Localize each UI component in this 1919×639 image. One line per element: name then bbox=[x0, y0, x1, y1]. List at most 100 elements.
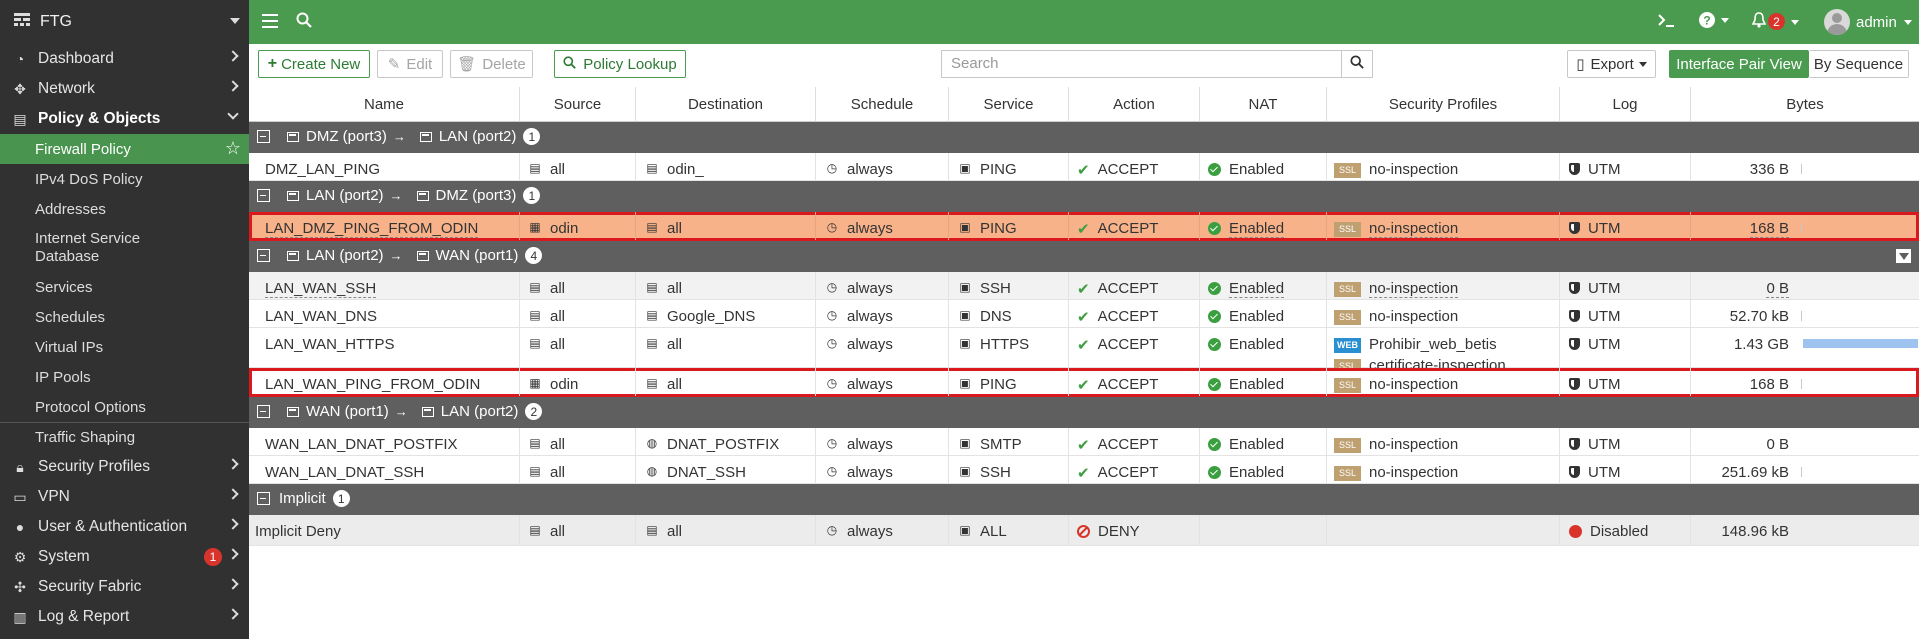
table-row[interactable]: LAN_WAN_SSH ▤ all ▤ all ◷ always ▣ SSH ✔ ACCEPT Ena… bbox=[249, 272, 1919, 300]
filter-icon[interactable] bbox=[1896, 249, 1911, 263]
sidebar-item-security-profiles[interactable]: 🔒︎ Security Profiles bbox=[0, 452, 249, 482]
sidebar-item-firewall-policy[interactable]: Firewall Policy ☆ bbox=[0, 134, 249, 164]
mac-address-icon: ▦ bbox=[529, 220, 541, 234]
collapse-icon[interactable] bbox=[257, 492, 270, 505]
avatar[interactable] bbox=[1824, 9, 1850, 35]
table-row[interactable]: LAN_WAN_PING_FROM_ODIN ▦ odin ▤ all ◷ always ▣ P… bbox=[249, 368, 1919, 397]
service-icon: ▣ bbox=[959, 376, 971, 390]
sidebar-item-virtual-ips[interactable]: Virtual IPs bbox=[0, 332, 249, 362]
interface-pair-group-header[interactable]: LAN (port2) → WAN (port1) 4 bbox=[249, 241, 1919, 272]
disabled-icon bbox=[1569, 525, 1582, 538]
cli-console-icon[interactable] bbox=[1657, 12, 1675, 33]
column-header-name[interactable]: Name bbox=[249, 87, 520, 122]
sidebar-item-traffic-shaping[interactable]: Traffic Shaping bbox=[0, 422, 249, 452]
action-value: ACCEPT bbox=[1097, 308, 1159, 325]
sidebar-item-log-report[interactable]: ▥ Log & Report bbox=[0, 602, 249, 632]
collapse-icon[interactable] bbox=[257, 189, 270, 202]
bytes-bar bbox=[1801, 311, 1802, 321]
cell-action: ✔ ACCEPT bbox=[1069, 428, 1200, 455]
interface-icon bbox=[416, 190, 429, 201]
export-button[interactable]: ▯ Export bbox=[1567, 50, 1656, 78]
profile-line: WEB Prohibir_web_betis bbox=[1334, 336, 1497, 353]
table-row[interactable]: Implicit Deny ▤ all ▤ all ◷ always ▣ ALL DENY Disa… bbox=[249, 515, 1919, 546]
interface-pair-group-header[interactable]: WAN (port1) → LAN (port2) 2 bbox=[249, 397, 1919, 428]
policy-name: WAN_LAN_DNAT_SSH bbox=[265, 464, 425, 481]
sidebar-item-system[interactable]: ⚙ System 1 bbox=[0, 542, 249, 572]
cell-security-profiles: SSL no-inspection bbox=[1327, 272, 1560, 299]
laptop-icon: ▭ bbox=[13, 488, 27, 505]
device-selector[interactable]: FTG bbox=[0, 0, 249, 44]
table-row[interactable]: DMZ_LAN_PING ▤ all ▤ odin_ ◷ always ▣ PING ✔ ACCEP… bbox=[249, 153, 1919, 181]
policy-lookup-button[interactable]: Policy Lookup bbox=[554, 50, 686, 78]
create-new-button[interactable]: + Create New bbox=[258, 50, 370, 78]
column-header-action[interactable]: Action bbox=[1069, 87, 1200, 122]
username[interactable]: admin bbox=[1856, 14, 1897, 31]
source-interface: LAN (port2) bbox=[306, 247, 384, 264]
nat-value: Enabled bbox=[1229, 308, 1285, 325]
interface-pair-group-header[interactable]: DMZ (port3) → LAN (port2) 1 bbox=[249, 122, 1919, 153]
table-row[interactable]: WAN_LAN_DNAT_SSH ▤ all ◍ DNAT_SSH ◷ always ▣ SSH… bbox=[249, 456, 1919, 484]
hamburger-menu-icon[interactable] bbox=[262, 12, 278, 33]
shield-icon bbox=[1569, 438, 1580, 450]
sidebar-item-services[interactable]: Services bbox=[0, 272, 249, 302]
by-sequence-toggle[interactable]: By Sequence bbox=[1809, 50, 1909, 78]
schedule-value: always bbox=[847, 336, 893, 353]
chart-icon: ▥ bbox=[13, 608, 27, 625]
column-header-destination[interactable]: Destination bbox=[636, 87, 816, 122]
interface-pair-view-toggle[interactable]: Interface Pair View bbox=[1669, 50, 1809, 78]
cell-service: ▣ HTTPS bbox=[949, 328, 1069, 367]
bytes-bar-area bbox=[1795, 456, 1915, 484]
search-button[interactable] bbox=[1341, 50, 1373, 78]
sidebar-item-protocol-options[interactable]: Protocol Options bbox=[0, 392, 249, 422]
help-icon[interactable]: ? bbox=[1699, 12, 1729, 28]
column-header-service[interactable]: Service bbox=[949, 87, 1069, 122]
bell-icon[interactable] bbox=[1751, 12, 1767, 33]
sidebar-item-schedules[interactable]: Schedules bbox=[0, 302, 249, 332]
table-row[interactable]: WAN_LAN_DNAT_POSTFIX ▤ all ◍ DNAT_POSTFIX ◷ al… bbox=[249, 428, 1919, 456]
schedule-icon: ◷ bbox=[826, 464, 838, 478]
table-row[interactable]: LAN_WAN_HTTPS ▤ all ▤ all ◷ always ▣ HTTPS ✔ ACCEP… bbox=[249, 328, 1919, 374]
implicit-group-header[interactable]: Implicit 1 bbox=[249, 484, 1919, 515]
column-header-schedule[interactable]: Schedule bbox=[816, 87, 949, 122]
source-value: all bbox=[550, 464, 566, 481]
table-row[interactable]: LAN_DMZ_PING_FROM_ODIN ▦ odin ▤ all ◷ always ▣ P… bbox=[249, 212, 1919, 241]
star-icon[interactable]: ☆ bbox=[225, 138, 241, 159]
sidebar-item-user-authentication[interactable]: ● User & Authentication bbox=[0, 512, 249, 542]
column-header-log[interactable]: Log bbox=[1560, 87, 1691, 122]
search-input[interactable]: Search bbox=[941, 50, 1341, 78]
cell-source: ▤ all bbox=[520, 515, 636, 545]
chevron-down-icon bbox=[227, 108, 239, 120]
sidebar-item-ip-pools[interactable]: IP Pools bbox=[0, 362, 249, 392]
checkmark-icon: ✔ bbox=[1077, 377, 1090, 394]
sidebar-item-addresses[interactable]: Addresses bbox=[0, 194, 249, 224]
destination-interface: LAN (port2) bbox=[438, 128, 517, 145]
cell-name: WAN_LAN_DNAT_POSTFIX bbox=[249, 428, 520, 455]
sidebar-item-vpn[interactable]: ▭ VPN bbox=[0, 482, 249, 512]
sidebar-item-ipv4-dos-policy[interactable]: IPv4 DoS Policy bbox=[0, 164, 249, 194]
sidebar-item-internet-service-database[interactable]: Internet Service Database bbox=[0, 224, 249, 272]
collapse-icon[interactable] bbox=[257, 249, 270, 262]
button-label: By Sequence bbox=[1813, 55, 1904, 73]
shield-icon bbox=[1569, 466, 1580, 478]
column-header-bytes[interactable]: Bytes bbox=[1691, 87, 1919, 122]
sidebar-item-dashboard[interactable]: ◔ Dashboard bbox=[0, 44, 249, 74]
edit-button[interactable]: ✎ Edit bbox=[377, 50, 443, 78]
search-icon[interactable] bbox=[296, 12, 312, 33]
sidebar-item-network[interactable]: ✥ Network bbox=[0, 74, 249, 104]
cell-source: ▤ all bbox=[520, 456, 636, 483]
collapse-icon[interactable] bbox=[257, 405, 270, 418]
interface-pair-group-header[interactable]: LAN (port2) → DMZ (port3) 1 bbox=[249, 181, 1919, 212]
cell-action: ✔ ACCEPT bbox=[1069, 368, 1200, 396]
cell-log: UTM bbox=[1560, 272, 1691, 299]
delete-button[interactable]: 🗑︎ Delete bbox=[450, 50, 533, 78]
sidebar-item-label: IPv4 DoS Policy bbox=[35, 170, 143, 188]
sidebar-item-policy-objects[interactable]: ▤ Policy & Objects bbox=[0, 104, 249, 134]
column-header-nat[interactable]: NAT bbox=[1200, 87, 1327, 122]
table-row[interactable]: LAN_WAN_DNS ▤ all ▤ Google_DNS ◷ always ▣ DNS ✔ AC… bbox=[249, 300, 1919, 328]
column-header-security-profiles[interactable]: Security Profiles bbox=[1327, 87, 1560, 122]
action-value: ACCEPT bbox=[1097, 336, 1159, 353]
column-header-source[interactable]: Source bbox=[520, 87, 636, 122]
cell-nat: Enabled bbox=[1200, 300, 1327, 327]
sidebar-item-security-fabric[interactable]: ✣ Security Fabric bbox=[0, 572, 249, 602]
collapse-icon[interactable] bbox=[257, 130, 270, 143]
